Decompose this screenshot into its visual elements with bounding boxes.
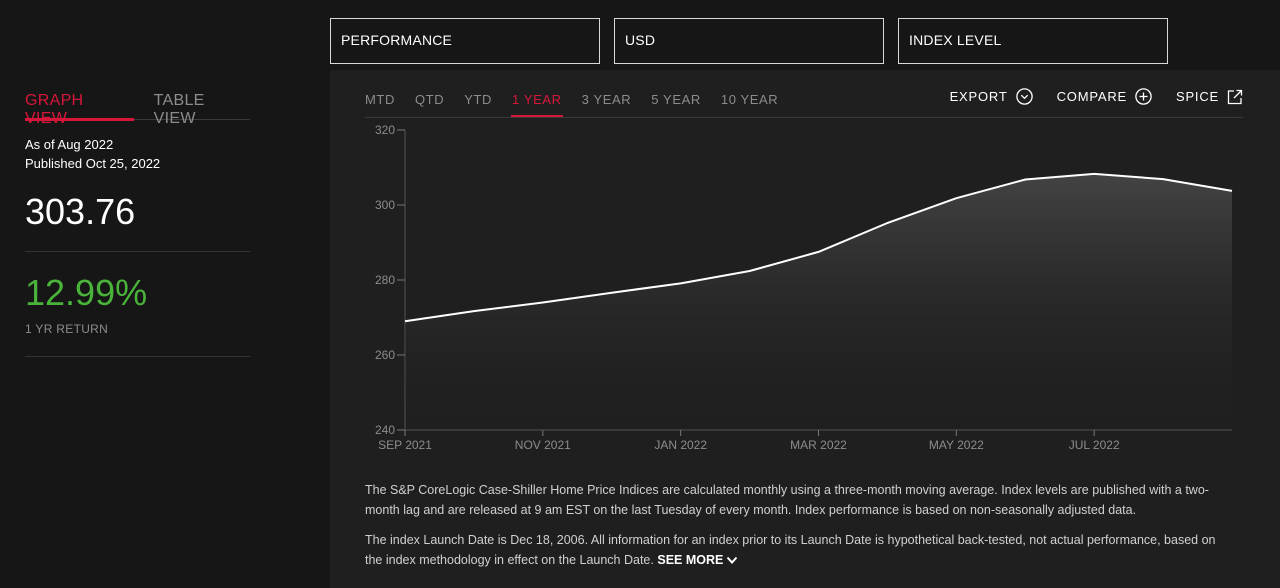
series-area bbox=[405, 173, 1232, 430]
external-link-icon bbox=[1227, 89, 1243, 104]
chevron-down-circle-icon bbox=[1015, 88, 1033, 105]
return-value: 12.99% bbox=[25, 272, 148, 313]
as-of-date: As of Aug 2022 bbox=[25, 137, 114, 152]
y-tick-label: 260 bbox=[375, 348, 395, 362]
tab-mtd[interactable]: MTD bbox=[365, 90, 395, 118]
tab-10-year[interactable]: 10 YEAR bbox=[721, 90, 778, 118]
divider bbox=[25, 251, 250, 252]
export-button[interactable]: EXPORT bbox=[950, 88, 1033, 105]
performance-dropdown-label: PERFORMANCE bbox=[341, 32, 453, 48]
spice-link[interactable]: SPICE bbox=[1176, 88, 1243, 105]
currency-dropdown-label: USD bbox=[625, 32, 656, 48]
chevron-down-icon bbox=[727, 557, 738, 565]
performance-dropdown[interactable]: PERFORMANCE bbox=[330, 18, 600, 64]
x-tick-label: JUL 2022 bbox=[1069, 438, 1120, 452]
compare-button[interactable]: COMPARE bbox=[1057, 88, 1152, 105]
metric-dropdown[interactable]: INDEX LEVEL bbox=[898, 18, 1168, 64]
range-tabs: MTD QTD YTD 1 YEAR 3 YEAR 5 YEAR 10 YEAR bbox=[365, 90, 798, 118]
tab-qtd[interactable]: QTD bbox=[415, 90, 444, 118]
currency-dropdown[interactable]: USD bbox=[614, 18, 884, 64]
tab-5-year[interactable]: 5 YEAR bbox=[651, 90, 701, 118]
metric-dropdown-label: INDEX LEVEL bbox=[909, 32, 1002, 48]
see-more-link[interactable]: SEE MORE bbox=[657, 553, 738, 567]
tab-1-year[interactable]: 1 YEAR bbox=[511, 90, 563, 118]
summary-sidebar: GRAPH VIEW TABLE VIEW As of Aug 2022 Pub… bbox=[25, 90, 250, 357]
return-label: 1 YR RETURN bbox=[25, 322, 250, 357]
range-tabs-divider bbox=[365, 117, 1243, 118]
tab-graph-view[interactable]: GRAPH VIEW bbox=[25, 90, 134, 127]
y-tick-label: 320 bbox=[375, 123, 395, 137]
description-paragraph-1: The S&P CoreLogic Case-Shiller Home Pric… bbox=[365, 483, 1209, 517]
published-date: Published Oct 25, 2022 bbox=[25, 156, 161, 171]
description-paragraph-2-text: The index Launch Date is Dec 18, 2006. A… bbox=[365, 533, 1216, 567]
index-description: The S&P CoreLogic Case-Shiller Home Pric… bbox=[365, 480, 1225, 580]
tab-ytd[interactable]: YTD bbox=[464, 90, 492, 118]
chart-actions: EXPORT COMPARE SPICE bbox=[950, 88, 1243, 105]
x-tick-label: NOV 2021 bbox=[515, 438, 571, 452]
x-tick-label: MAR 2022 bbox=[790, 438, 847, 452]
view-tabs: GRAPH VIEW TABLE VIEW bbox=[25, 90, 250, 127]
compare-label: COMPARE bbox=[1056, 89, 1127, 104]
x-tick-label: JAN 2022 bbox=[654, 438, 707, 452]
y-tick-label: 280 bbox=[375, 273, 395, 287]
see-more-label: SEE MORE bbox=[657, 553, 724, 567]
index-value: 303.76 bbox=[25, 191, 136, 232]
as-of-info: As of Aug 2022 Published Oct 25, 2022 bbox=[25, 135, 250, 173]
tab-table-view[interactable]: TABLE VIEW bbox=[154, 90, 250, 127]
description-paragraph-2: The index Launch Date is Dec 18, 2006. A… bbox=[365, 530, 1225, 570]
spice-label: SPICE bbox=[1175, 89, 1219, 104]
index-level-chart: 240 260 280 300 320 SEP 2021 NOV 2021 JAN 2022 M… bbox=[375, 123, 1233, 452]
y-tick-label: 240 bbox=[375, 423, 395, 437]
x-tick-label: SEP 2021 bbox=[378, 438, 432, 452]
plus-circle-icon bbox=[1135, 88, 1152, 105]
y-tick-label: 300 bbox=[375, 198, 395, 212]
export-label: EXPORT bbox=[949, 89, 1008, 104]
tab-3-year[interactable]: 3 YEAR bbox=[582, 90, 632, 118]
x-tick-label: MAY 2022 bbox=[929, 438, 984, 452]
